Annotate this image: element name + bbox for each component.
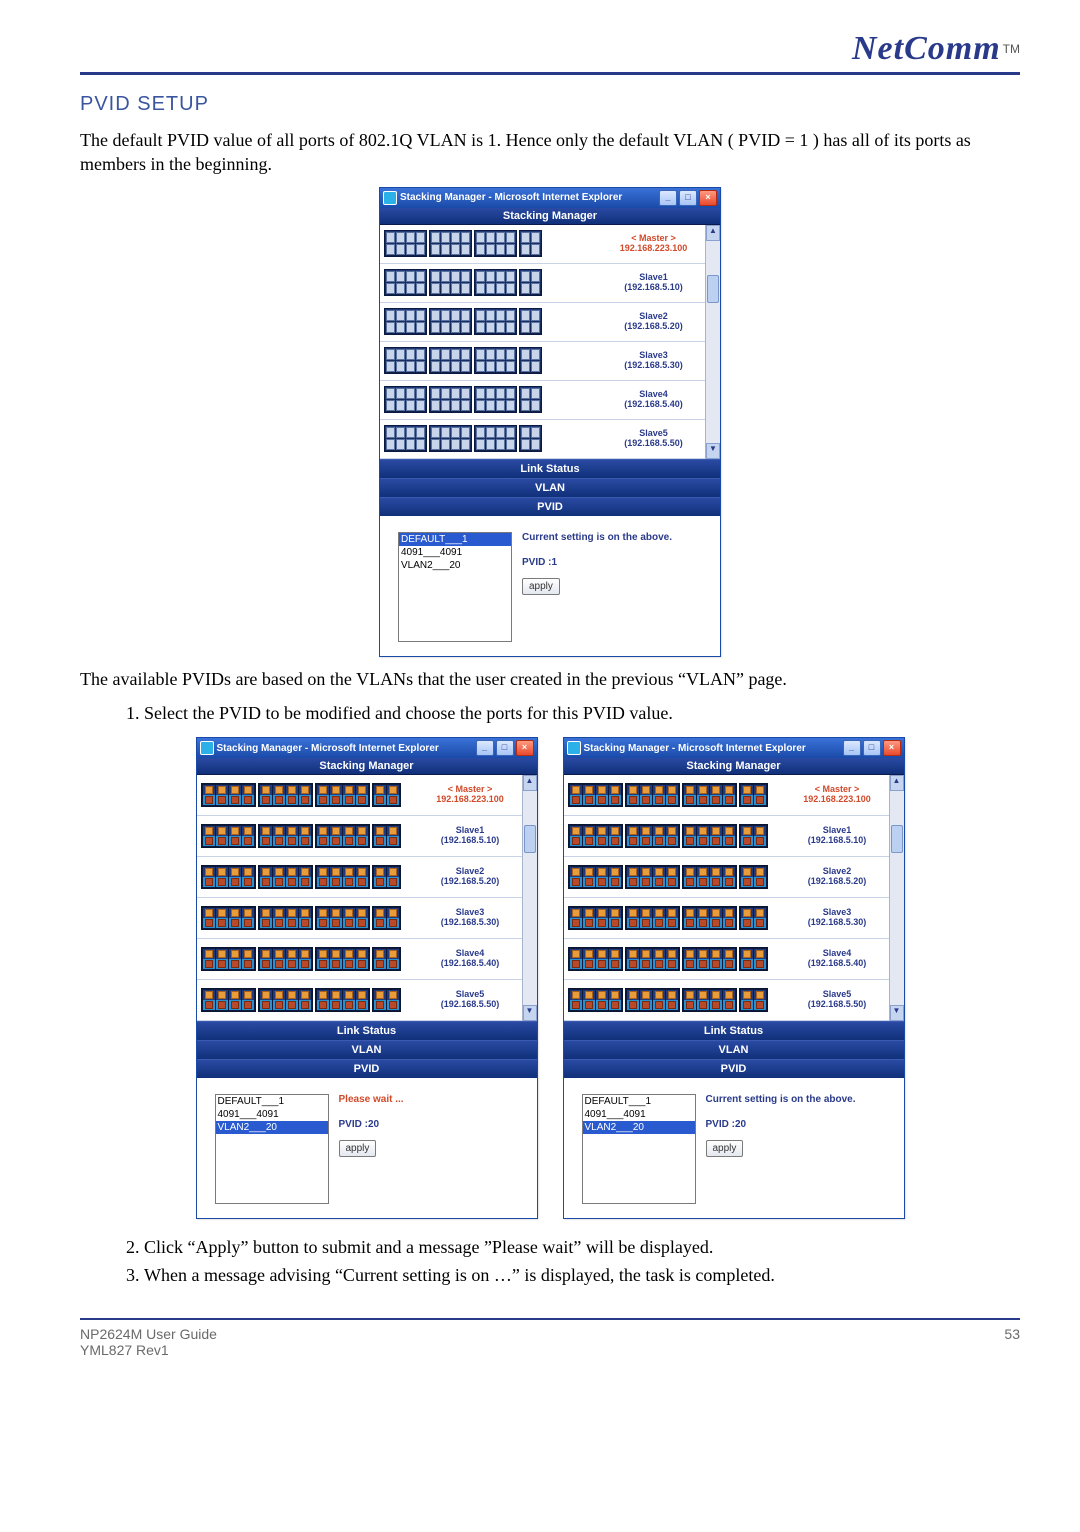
pvid-item-vlan2[interactable]: VLAN2___20: [216, 1121, 328, 1134]
close-button[interactable]: ×: [883, 740, 901, 756]
device-label-s2: Slave2(192.168.5.20): [790, 867, 885, 887]
device-label-master: < Master >192.168.223.100: [606, 234, 701, 254]
device-row[interactable]: Slave1(192.168.5.10): [380, 264, 705, 303]
current-setting-msg: Current setting is on the above.: [706, 1094, 856, 1105]
pvid-item-4091[interactable]: 4091___4091: [399, 546, 511, 559]
device-label-s3: Slave3(192.168.5.30): [423, 908, 518, 928]
device-label-s4: Slave4(192.168.5.40): [790, 949, 885, 969]
close-button[interactable]: ×: [699, 190, 717, 206]
ie-window-3: Stacking Manager - Microsoft Internet Ex…: [563, 737, 905, 1219]
pvid-item-vlan2[interactable]: VLAN2___20: [399, 559, 511, 572]
minimize-button[interactable]: _: [659, 190, 677, 206]
maximize-button[interactable]: □: [496, 740, 514, 756]
tab-pvid[interactable]: PVID: [564, 1059, 904, 1078]
pvid-item-default[interactable]: DEFAULT___1: [583, 1095, 695, 1108]
window-title: Stacking Manager - Microsoft Internet Ex…: [400, 192, 622, 203]
device-row[interactable]: Slave1(192.168.5.10): [197, 816, 522, 857]
device-row[interactable]: Slave5(192.168.5.50): [197, 980, 522, 1021]
device-row[interactable]: Slave5(192.168.5.50): [564, 980, 889, 1021]
intro-paragraph: The default PVID value of all ports of 8…: [80, 128, 1020, 177]
apply-button[interactable]: apply: [522, 578, 560, 595]
stacking-manager-title: Stacking Manager: [380, 208, 720, 225]
maximize-button[interactable]: □: [679, 190, 697, 206]
pvid-label: PVID :20: [706, 1119, 856, 1130]
pvid-listbox[interactable]: DEFAULT___1 4091___4091 VLAN2___20: [582, 1094, 696, 1204]
ie-icon: [567, 741, 581, 755]
tab-pvid[interactable]: PVID: [197, 1059, 537, 1078]
device-row[interactable]: Slave2(192.168.5.20): [380, 303, 705, 342]
minimize-button[interactable]: _: [843, 740, 861, 756]
device-row[interactable]: Slave3(192.168.5.30): [564, 898, 889, 939]
device-row[interactable]: Slave5(192.168.5.50): [380, 420, 705, 459]
device-row[interactable]: < Master >192.168.223.100: [197, 775, 522, 816]
device-row[interactable]: Slave2(192.168.5.20): [564, 857, 889, 898]
after-fig-paragraph: The available PVIDs are based on the VLA…: [80, 667, 1020, 691]
page-number: 53: [1004, 1326, 1020, 1358]
current-setting-msg: Current setting is on the above.: [522, 532, 672, 543]
netcomm-logo: NetCommTM: [852, 30, 1020, 68]
device-label-s1: Slave1(192.168.5.10): [790, 826, 885, 846]
step-3: When a message advising “Current setting…: [144, 1263, 1020, 1287]
pvid-item-vlan2[interactable]: VLAN2___20: [583, 1121, 695, 1134]
step-2: Click “Apply” button to submit and a mes…: [144, 1235, 1020, 1259]
device-label-s3: Slave3(192.168.5.30): [790, 908, 885, 928]
ie-window-1: Stacking Manager - Microsoft Internet Ex…: [379, 187, 721, 657]
scrollbar[interactable]: ▲▼: [522, 775, 537, 1021]
device-label-s5: Slave5(192.168.5.50): [790, 990, 885, 1010]
pvid-item-4091[interactable]: 4091___4091: [216, 1108, 328, 1121]
device-row[interactable]: Slave1(192.168.5.10): [564, 816, 889, 857]
footer-left: NP2624M User Guide YML827 Rev1: [80, 1326, 217, 1358]
minimize-button[interactable]: _: [476, 740, 494, 756]
pvid-label: PVID :1: [522, 557, 672, 568]
tab-vlan[interactable]: VLAN: [564, 1040, 904, 1059]
device-label-s4: Slave4(192.168.5.40): [423, 949, 518, 969]
device-row[interactable]: Slave2(192.168.5.20): [197, 857, 522, 898]
scrollbar[interactable]: ▲▼: [705, 225, 720, 459]
device-label-s2: Slave2(192.168.5.20): [606, 312, 701, 332]
device-label-master: < Master >192.168.223.100: [423, 785, 518, 805]
close-button[interactable]: ×: [516, 740, 534, 756]
pvid-item-default[interactable]: DEFAULT___1: [399, 533, 511, 546]
apply-button[interactable]: apply: [339, 1140, 377, 1157]
step-1: Select the PVID to be modified and choos…: [144, 701, 1020, 725]
tab-link-status[interactable]: Link Status: [564, 1021, 904, 1040]
please-wait-msg: Please wait ...: [339, 1094, 404, 1105]
tab-link-status[interactable]: Link Status: [380, 459, 720, 478]
device-label-s1: Slave1(192.168.5.10): [606, 273, 701, 293]
ie-window-2: Stacking Manager - Microsoft Internet Ex…: [196, 737, 538, 1219]
device-row[interactable]: Slave4(192.168.5.40): [564, 939, 889, 980]
device-row[interactable]: < Master >192.168.223.100: [564, 775, 889, 816]
pvid-item-4091[interactable]: 4091___4091: [583, 1108, 695, 1121]
tab-vlan[interactable]: VLAN: [380, 478, 720, 497]
device-label-s5: Slave5(192.168.5.50): [606, 429, 701, 449]
ie-icon: [200, 741, 214, 755]
stacking-manager-title: Stacking Manager: [197, 758, 537, 775]
device-label-s1: Slave1(192.168.5.10): [423, 826, 518, 846]
tab-link-status[interactable]: Link Status: [197, 1021, 537, 1040]
maximize-button[interactable]: □: [863, 740, 881, 756]
pvid-label: PVID :20: [339, 1119, 404, 1130]
device-row[interactable]: Slave4(192.168.5.40): [380, 381, 705, 420]
pvid-item-default[interactable]: DEFAULT___1: [216, 1095, 328, 1108]
window-title: Stacking Manager - Microsoft Internet Ex…: [584, 743, 806, 754]
window-title: Stacking Manager - Microsoft Internet Ex…: [217, 743, 439, 754]
scrollbar[interactable]: ▲▼: [889, 775, 904, 1021]
device-label-s3: Slave3(192.168.5.30): [606, 351, 701, 371]
pvid-listbox[interactable]: DEFAULT___1 4091___4091 VLAN2___20: [398, 532, 512, 642]
device-row[interactable]: < Master >192.168.223.100: [380, 225, 705, 264]
device-row[interactable]: Slave3(192.168.5.30): [380, 342, 705, 381]
ie-icon: [383, 191, 397, 205]
tab-pvid[interactable]: PVID: [380, 497, 720, 516]
device-row[interactable]: Slave4(192.168.5.40): [197, 939, 522, 980]
apply-button[interactable]: apply: [706, 1140, 744, 1157]
stacking-manager-title: Stacking Manager: [564, 758, 904, 775]
device-label-s4: Slave4(192.168.5.40): [606, 390, 701, 410]
device-label-s2: Slave2(192.168.5.20): [423, 867, 518, 887]
pvid-listbox[interactable]: DEFAULT___1 4091___4091 VLAN2___20: [215, 1094, 329, 1204]
device-row[interactable]: Slave3(192.168.5.30): [197, 898, 522, 939]
tab-vlan[interactable]: VLAN: [197, 1040, 537, 1059]
device-label-s5: Slave5(192.168.5.50): [423, 990, 518, 1010]
device-label-master: < Master >192.168.223.100: [790, 785, 885, 805]
section-title: PVID SETUP: [80, 93, 1020, 116]
